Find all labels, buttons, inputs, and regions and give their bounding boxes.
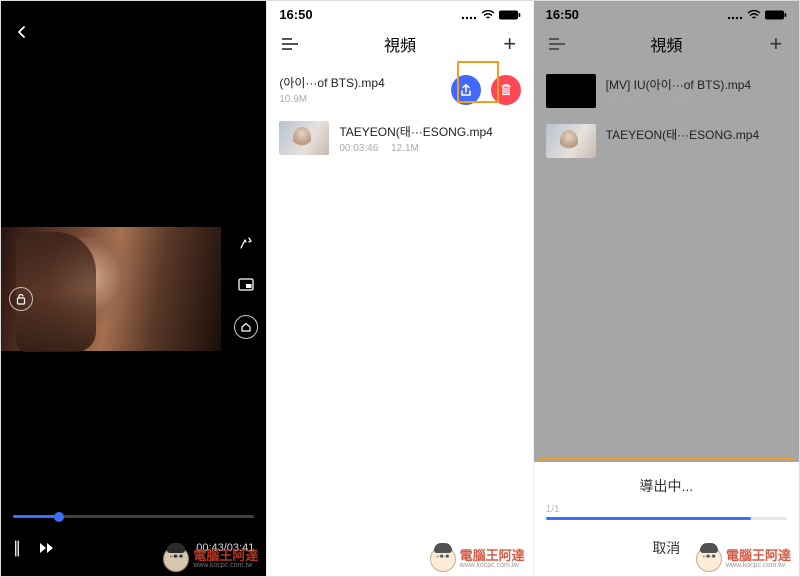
speed-icon[interactable] [234,231,258,255]
export-progress-fill [546,517,751,520]
add-button[interactable]: + [765,33,787,55]
pip-icon[interactable] [234,273,258,297]
item-duration: 00:03:46 [606,146,645,157]
item-size: 12.1M [657,146,685,157]
item-meta: 00:03:41 10.9M [606,96,787,107]
share-icon [459,83,473,97]
video-list: (아이···of BTS).mp4 10.9M TAEYEON(태···ESON… [267,66,532,163]
add-button[interactable]: + [499,33,521,55]
item-size: 12.1M [391,143,419,154]
item-meta: 00:03:46 12.1M [339,143,520,154]
item-title: TAEYEON(태···ESONG.mp4 [606,126,787,143]
video-list: [MV] IU(아이···of BTS).mp4 00:03:41 10.9M … [534,66,799,166]
watermark-avatar-icon [696,546,722,572]
item-size: 10.9M [279,94,307,105]
plus-icon: + [503,31,516,57]
pause-button[interactable]: ∥ [13,538,19,558]
list-item[interactable]: TAEYEON(태···ESONG.mp4 00:03:46 12.1M [267,113,532,163]
progress-slider[interactable] [13,515,254,518]
status-indicators [461,10,521,20]
menu-button[interactable] [279,33,301,55]
export-status-label: 導出中... [546,476,787,496]
wifi-icon [747,10,761,20]
player-side-controls [234,231,258,339]
status-bar: 16:50 [534,1,799,24]
item-meta: 10.9M [279,94,440,105]
item-title: (아이···of BTS).mp4 [279,74,440,91]
watermark: 電腦王阿達 www.kocpc.com.tw [430,546,525,572]
lock-icon[interactable] [9,287,33,311]
item-title: TAEYEON(태···ESONG.mp4 [339,123,520,140]
menu-button[interactable] [546,33,568,55]
next-button[interactable] [39,542,55,554]
status-time: 16:50 [546,7,579,22]
back-button[interactable] [15,25,29,39]
trash-icon [500,83,512,96]
share-button[interactable] [451,75,481,105]
item-duration: 00:03:46 [339,143,378,154]
signal-icon [461,10,477,20]
progress-fill [13,515,59,518]
video-thumbnail [546,74,596,108]
video-player-screen: ∥ 00:43/03:41 電腦王阿達 www.kocpc.com.tw [1,1,266,576]
watermark-name: 電腦王阿達 [460,549,525,562]
video-thumbnail [546,124,596,158]
menu-icon [282,38,298,50]
status-bar: 16:50 [267,1,532,24]
signal-icon [727,10,743,20]
item-size: 10.9M [657,96,685,107]
watermark: 電腦王阿達 www.kocpc.com.tw [163,546,258,572]
battery-icon [499,10,521,20]
watermark-url: www.kocpc.com.tw [193,562,258,569]
progress-thumb[interactable] [54,512,64,522]
page-title: 視頻 [650,32,682,56]
watermark: 電腦王阿達 www.kocpc.com.tw [696,546,791,572]
page-title: 視頻 [384,32,416,56]
menu-icon [549,38,565,50]
library-header: 視頻 + [534,24,799,66]
export-screen: 16:50 視頻 + [MV] IU(아이···of BTS).mp4 00:0… [533,1,799,576]
watermark-url: www.kocpc.com.tw [726,562,791,569]
wifi-icon [481,10,495,20]
plus-icon: + [770,31,783,57]
delete-button[interactable] [491,75,521,105]
watermark-url: www.kocpc.com.tw [460,562,525,569]
battery-icon [765,10,787,20]
watermark-name: 電腦王阿達 [193,549,258,562]
watermark-name: 電腦王阿達 [726,549,791,562]
list-item[interactable]: TAEYEON(태···ESONG.mp4 00:03:46 12.1M [534,116,799,166]
status-time: 16:50 [279,7,312,22]
item-title: [MV] IU(아이···of BTS).mp4 [606,76,787,93]
export-count: 1/1 [546,504,787,515]
video-thumbnail [279,121,329,155]
watermark-avatar-icon [430,546,456,572]
library-header: 視頻 + [267,24,532,66]
item-meta: 00:03:46 12.1M [606,146,787,157]
status-indicators [727,10,787,20]
home-icon[interactable] [234,315,258,339]
library-screen: 16:50 視頻 + (아이···of BTS).mp4 10.9M [266,1,532,576]
export-progress-bar [546,517,787,520]
video-content[interactable] [1,227,221,351]
list-item[interactable]: [MV] IU(아이···of BTS).mp4 00:03:41 10.9M [534,66,799,116]
watermark-avatar-icon [163,546,189,572]
item-duration: 00:03:41 [606,96,645,107]
list-item[interactable]: (아이···of BTS).mp4 10.9M [267,66,532,113]
